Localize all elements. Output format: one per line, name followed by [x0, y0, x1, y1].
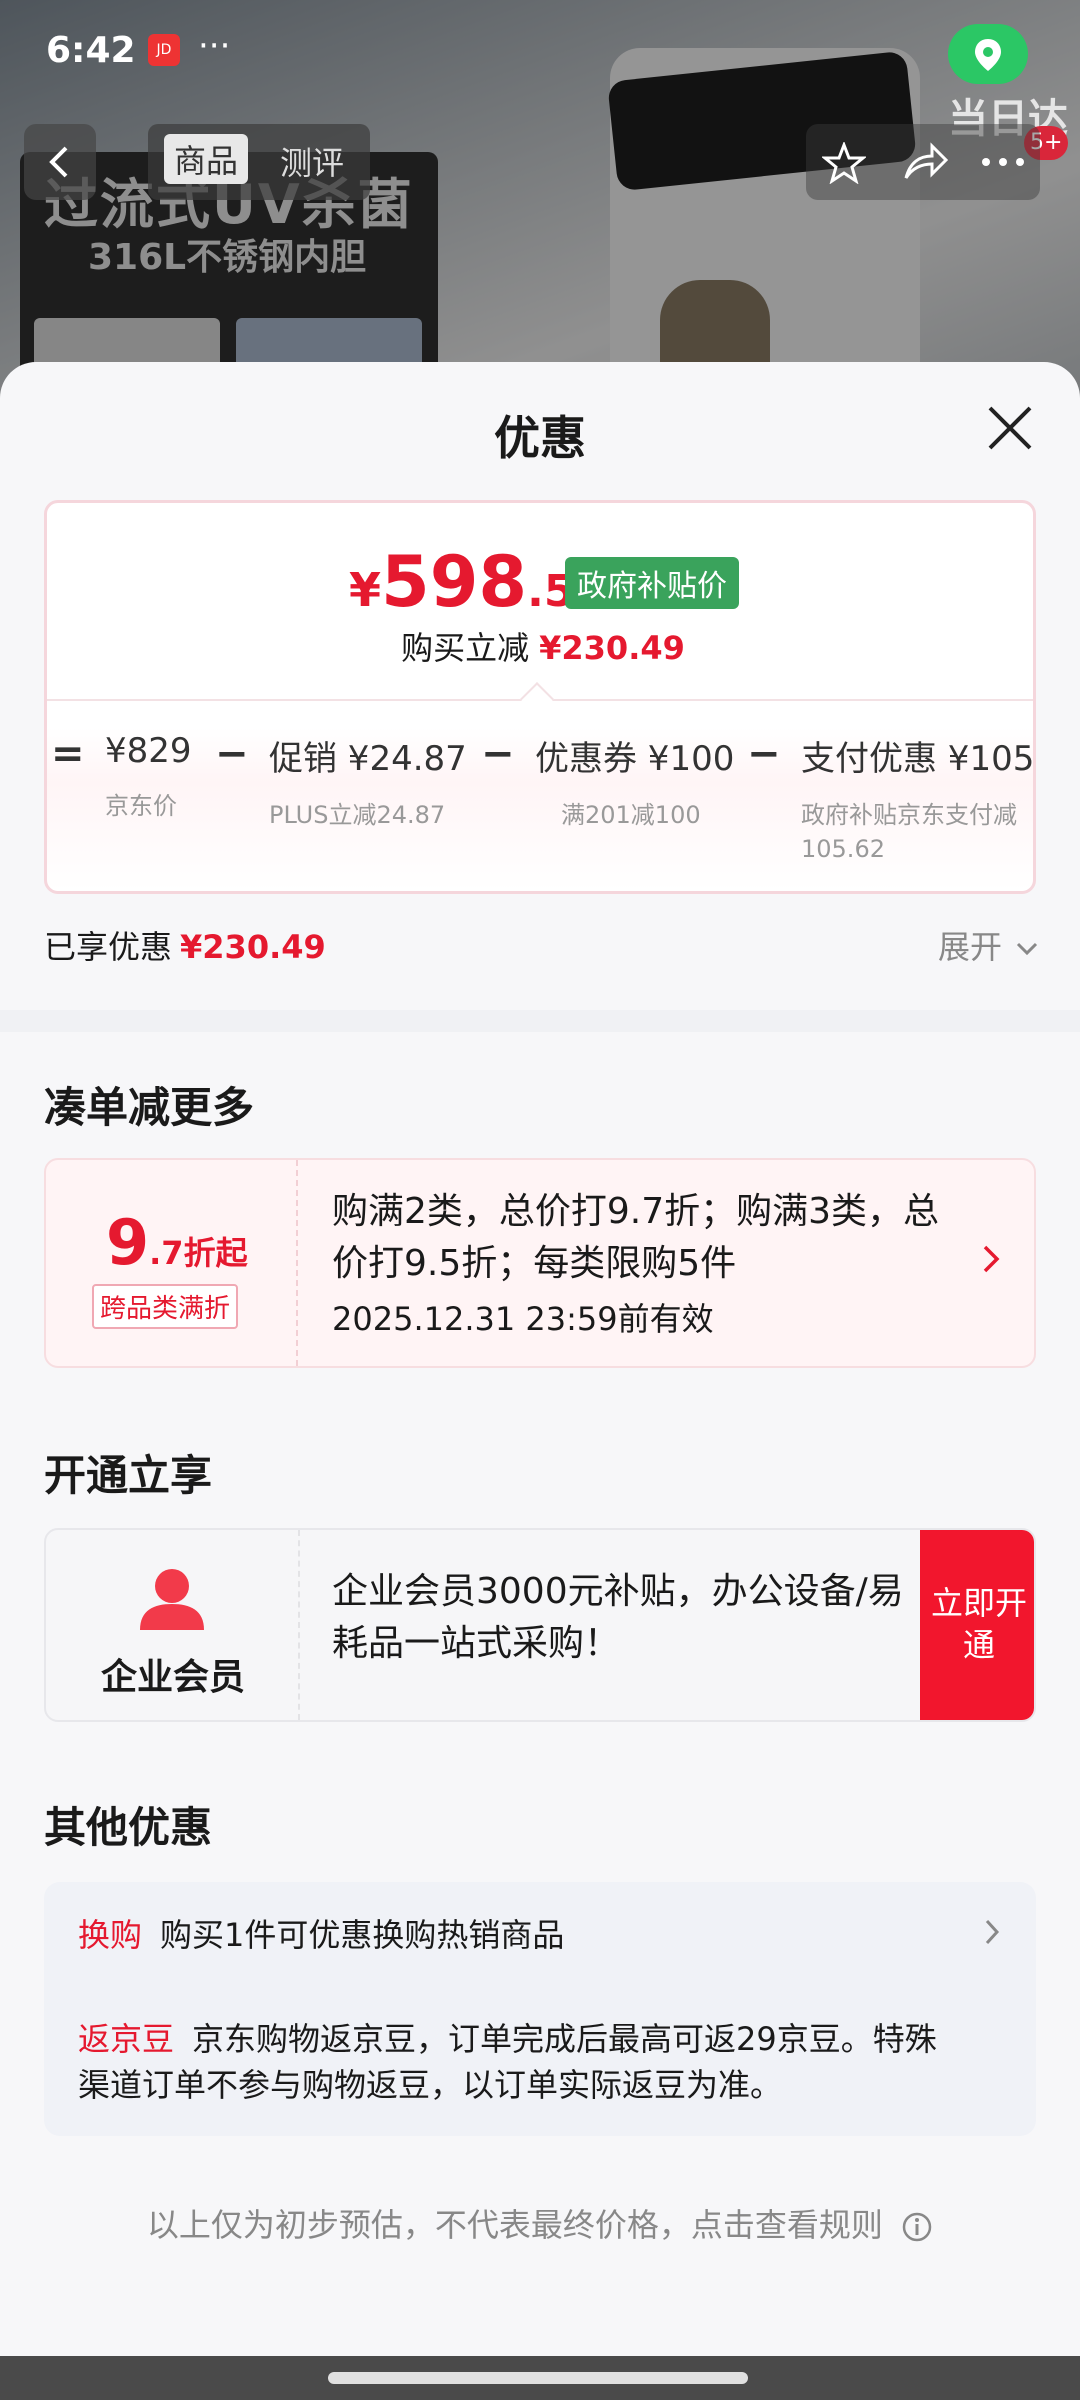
section-separator [0, 1010, 1080, 1032]
status-time: 6:42 [46, 30, 136, 71]
chevron-right-icon [983, 1245, 1000, 1273]
bundle-section-title: 凑单减更多 [44, 1083, 255, 1132]
price-currency: ¥ [349, 563, 382, 617]
footnote-text: 以上仅为初步预估，不代表最终价格，点击查看规则 [146, 2206, 883, 2244]
home-indicator[interactable] [328, 2372, 748, 2384]
tab-review[interactable]: 测评 [280, 138, 344, 184]
more-notifications-icon: ··· [198, 26, 231, 66]
enjoyed-amount: ¥230.49 [180, 928, 326, 966]
exchange-label: 换购 [78, 1916, 143, 1954]
calc-value: ¥829 [105, 731, 192, 771]
bundle-type-tag: 跨品类满折 [92, 1284, 239, 1329]
tab-product[interactable]: 商品 [164, 134, 249, 184]
calc-item-promotion: 促销 ¥24.87 PLUS立减24.87 [269, 731, 467, 832]
bundle-discount-rate: 9.7折起 [106, 1206, 248, 1279]
discount-sheet: 优惠 ¥598.51 政府补贴价 购买立减¥230.49 = ¥829 京东价 … [0, 362, 1080, 2356]
gov-subsidy-tag: 政府补贴价 [565, 557, 739, 609]
product-tabs: 商品 测评 [148, 124, 370, 200]
other-section-title: 其他优惠 [44, 1803, 213, 1852]
calc-sub: 政府补贴京东支付减 105.62 [801, 801, 1017, 863]
minus-sign: − [747, 731, 781, 777]
other-offers-card: 换购 购买1件可优惠换购热销商品 返京豆 京东购物返京豆，订单完成后最高可返29京豆… [44, 1882, 1036, 2136]
status-bar: 6:42 JD ··· [0, 0, 1080, 100]
equals-sign: = [51, 731, 85, 777]
calc-item-payment: 支付优惠 ¥105. 政府补贴京东支付减 105.62 [801, 731, 1036, 866]
bundle-discount-summary: 9.7折起 跨品类满折 [46, 1160, 298, 1366]
bundle-valid-until: 2025.12.31 23:59前有效 [332, 1300, 714, 1338]
calc-value: 优惠券 ¥100 [535, 739, 735, 779]
star-icon[interactable] [822, 142, 866, 184]
member-name: 企业会员 [100, 1657, 245, 1698]
share-icon[interactable] [902, 142, 948, 182]
chevron-left-icon [49, 146, 68, 178]
member-section-title: 开通立享 [44, 1451, 213, 1500]
calc-sub: PLUS立减24.87 [269, 801, 446, 829]
enjoyed-label: 已享优惠 [44, 928, 173, 966]
sheet-title: 优惠 [494, 411, 586, 465]
calc-item-coupon: 优惠券 ¥100 满201减100 [535, 731, 734, 832]
divider-notch [520, 682, 554, 716]
beans-text: 京东购物返京豆，订单完成后最高可返29京豆。特殊渠道订单不参与购物返豆，以订单实… [78, 2020, 937, 2104]
expand-label: 展开 [938, 928, 1003, 966]
member-description: 企业会员3000元补贴，办公设备/易耗品一站式采购！ [332, 1571, 904, 1664]
price-breakdown-card: ¥598.51 政府补贴价 购买立减¥230.49 = ¥829 京东价 − 促… [44, 500, 1036, 894]
bundle-description: 购满2类，总价打9.7折；购满3类，总价打9.5折；每类限购5件 [332, 1191, 940, 1284]
instant-save-amount: ¥230.49 [539, 629, 685, 667]
exchange-offer-row[interactable]: 换购 购买1件可优惠换购热销商品 [78, 1912, 998, 1958]
back-button[interactable] [24, 124, 96, 200]
bundle-rate-suffix: .7折起 [149, 1234, 248, 1272]
chevron-down-icon [1017, 942, 1038, 956]
info-icon[interactable] [901, 2211, 933, 2243]
calc-value: 促销 ¥24.87 [269, 739, 467, 779]
expand-button[interactable]: 展开 [938, 922, 1038, 968]
enjoyed-discount: 已享优惠 ¥230.49 [44, 922, 326, 968]
instant-save-line: 购买立减 ¥230.49 [47, 623, 1033, 669]
price-calculation-row[interactable]: = ¥829 京东价 − 促销 ¥24.87 PLUS立减24.87 − 优惠券… [47, 731, 1036, 871]
bundle-discount-card[interactable]: 9.7折起 跨品类满折 购满2类，总价打9.7折；购满3类，总价打9.5折；每类… [44, 1158, 1036, 1368]
app-notification-icon: JD [148, 34, 180, 66]
location-pin-icon [975, 39, 1001, 71]
calc-item-jd-price: ¥829 京东价 [105, 731, 192, 823]
bundle-rate-number: 9 [106, 1206, 150, 1279]
beans-label: 返京豆 [78, 2020, 175, 2058]
open-membership-button[interactable]: 立即开通 [920, 1530, 1034, 1720]
price-integer: 598 [381, 541, 528, 623]
more-icon[interactable] [978, 142, 1028, 182]
minus-sign: − [215, 731, 249, 777]
calc-sub: 满201减100 [561, 801, 701, 829]
system-nav-bar [0, 2356, 1080, 2400]
person-icon [140, 1569, 204, 1630]
calc-value: 支付优惠 ¥105. [801, 739, 1036, 779]
instant-save-label: 购买立减 [401, 629, 530, 667]
member-badge: 企业会员 [46, 1530, 300, 1720]
close-icon[interactable] [984, 402, 1036, 454]
exchange-text: 购买1件可优惠换购热销商品 [160, 1916, 565, 1954]
location-button[interactable] [948, 24, 1028, 84]
jd-beans-row: 返京豆 京东购物返京豆，订单完成后最高可返29京豆。特殊渠道订单不参与购物返豆，以… [78, 2016, 958, 2108]
enterprise-member-card: 企业会员 企业会员3000元补贴，办公设备/易耗品一站式采购！ 立即开通 [44, 1528, 1036, 1722]
price-rules-footnote[interactable]: 以上仅为初步预估，不代表最终价格，点击查看规则 [0, 2200, 1080, 2246]
top-actions [806, 124, 1040, 200]
chevron-right-icon[interactable] [984, 1918, 1000, 1946]
calc-sub: 京东价 [105, 792, 177, 820]
minus-sign: − [481, 731, 515, 777]
